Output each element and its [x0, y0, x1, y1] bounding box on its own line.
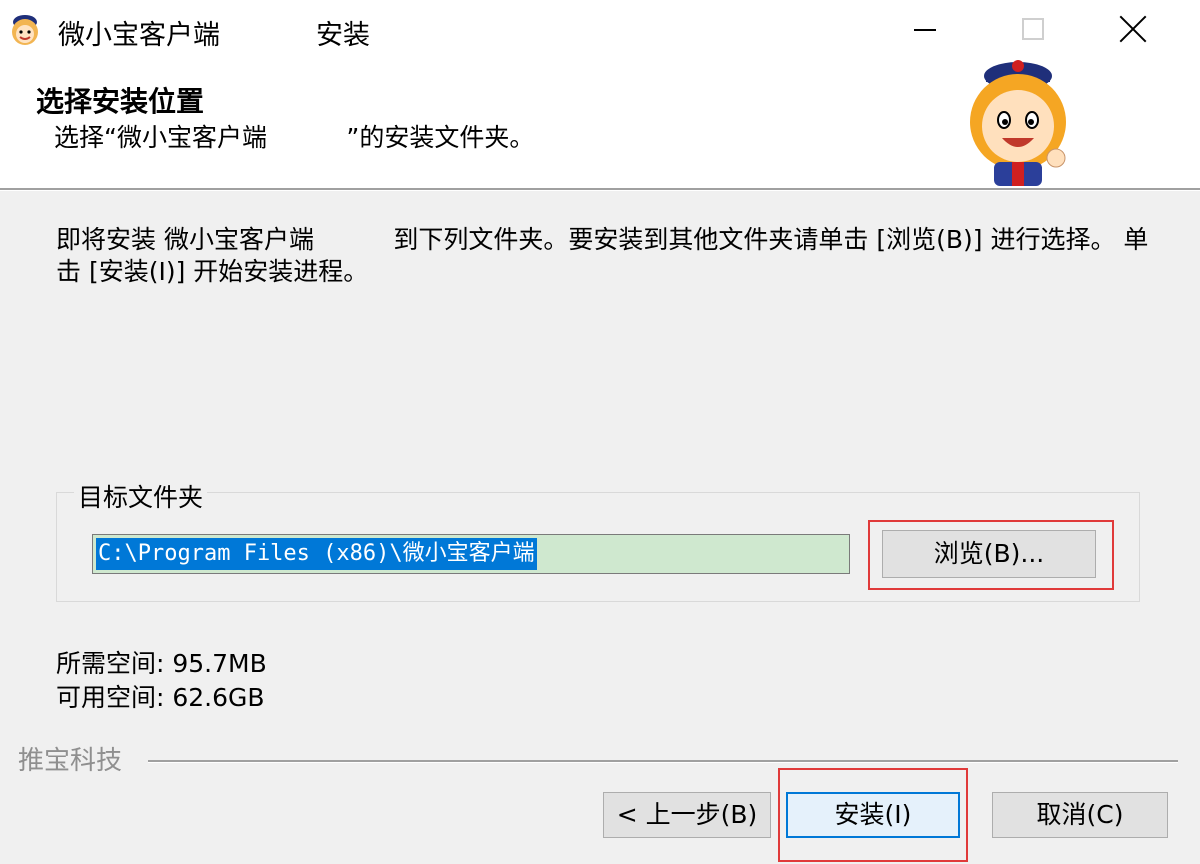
destination-path-input[interactable]: C:\Program Files (x86)\微小宝客户端 — [92, 534, 850, 574]
window-title-suffix: 安装 — [316, 20, 370, 51]
title-bar: 微小宝客户端 安装 — [0, 0, 1200, 58]
page-title: 选择安装位置 — [36, 85, 205, 118]
app-mascot-icon — [12, 15, 38, 45]
brand-label: 推宝科技 — [18, 746, 123, 776]
maximize-icon[interactable] — [1004, 0, 1064, 58]
cancel-button[interactable]: 取消(C) — [992, 792, 1168, 838]
install-description: 即将安装 微小宝客户端 到下列文件夹。要安装到其他文件夹请单击 [浏览(B)] … — [56, 225, 1149, 286]
minimize-icon[interactable] — [904, 0, 964, 58]
mascot-logo — [970, 60, 1066, 186]
destination-group-label: 目标文件夹 — [74, 478, 208, 514]
window-title: 微小宝客户端 — [58, 20, 220, 51]
install-highlight — [778, 768, 968, 862]
page-header: 选择安装位置 选择“微小宝客户端 ”的安装文件夹。 — [0, 58, 1200, 188]
browse-highlight — [868, 520, 1114, 590]
close-icon[interactable] — [1110, 0, 1170, 58]
destination-path-text: C:\Program Files (x86)\微小宝客户端 — [96, 538, 537, 570]
required-space: 所需空间: 95.7MB — [56, 649, 267, 678]
available-space: 可用空间: 62.6GB — [56, 683, 265, 712]
back-button[interactable]: < 上一步(B) — [603, 792, 771, 838]
page-subtitle: 选择“微小宝客户端 ”的安装文件夹。 — [54, 123, 535, 152]
